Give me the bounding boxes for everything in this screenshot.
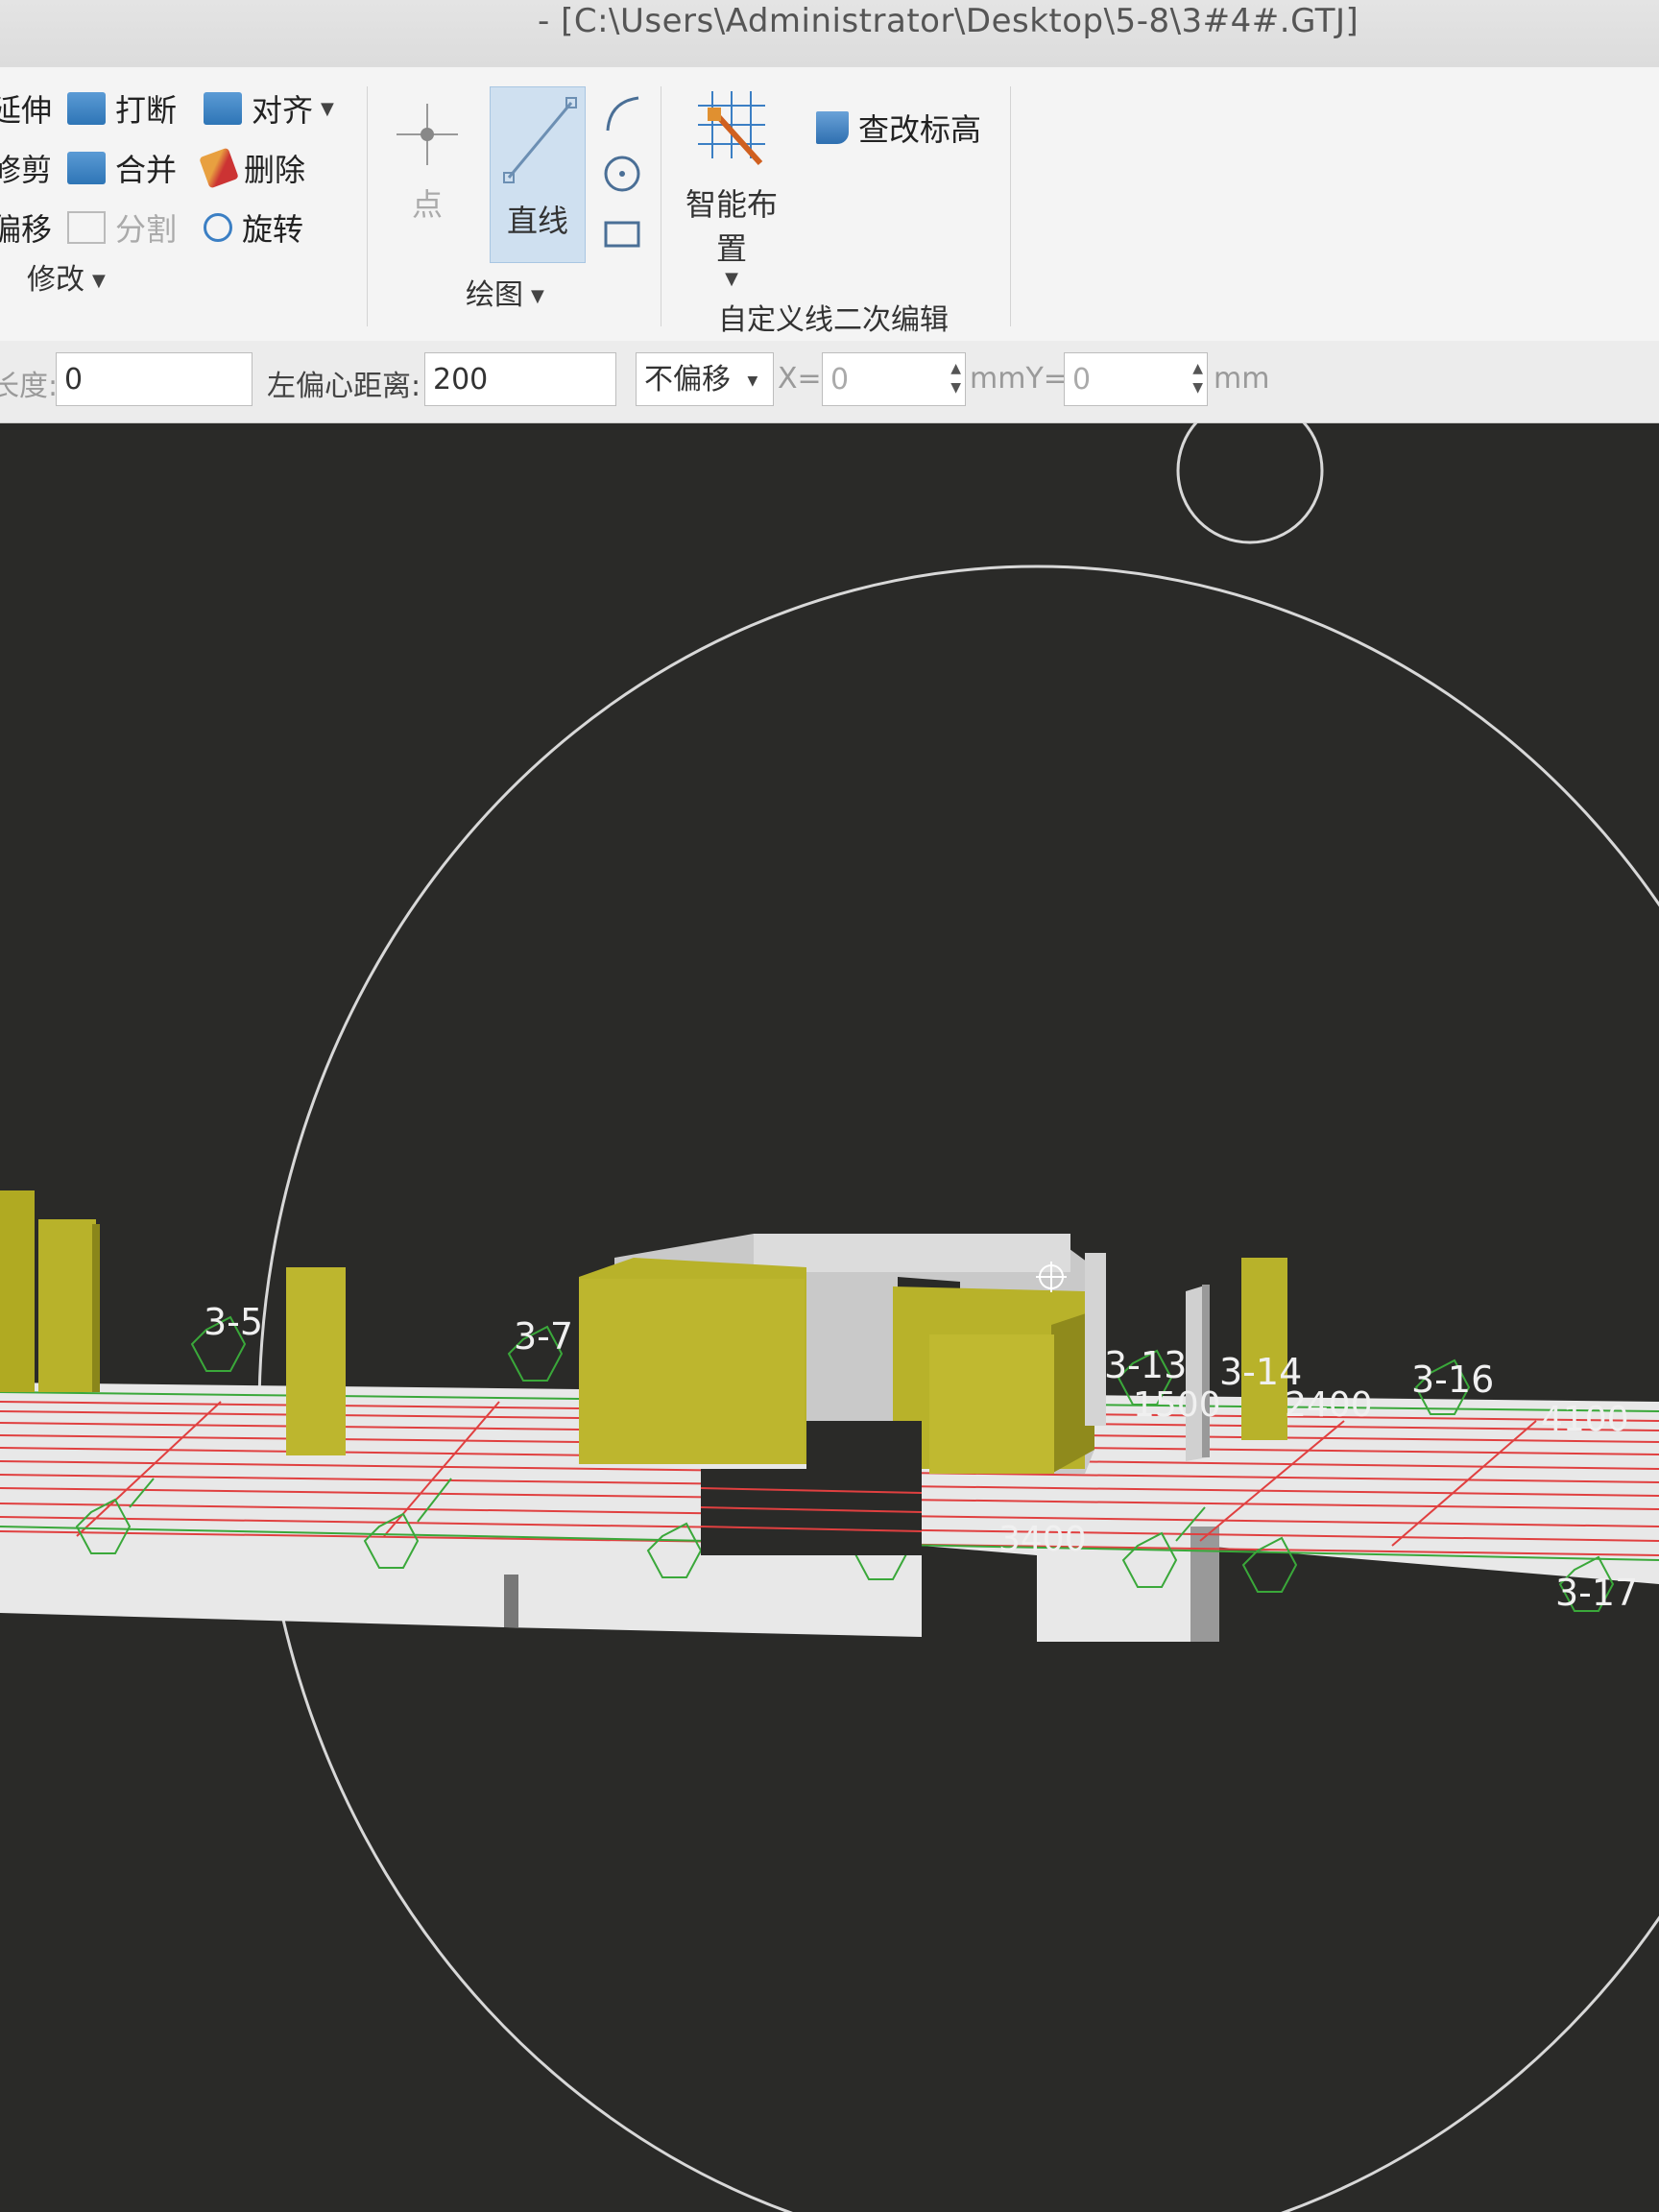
orbit-handle[interactable] xyxy=(1176,422,1324,544)
extend-button[interactable]: 延伸 xyxy=(0,86,52,131)
split-button[interactable]: 分割 xyxy=(67,205,177,250)
break-icon xyxy=(67,92,106,125)
smart-layout-button[interactable]: 智能布置 ▼ xyxy=(674,86,789,289)
point-icon xyxy=(397,104,458,165)
trim-button[interactable]: 修剪 xyxy=(0,146,52,190)
draw-group: 点 直线 绘图 ▼ xyxy=(370,67,658,341)
extend-label: 延伸 xyxy=(0,92,53,129)
line-label: 直线 xyxy=(506,203,568,239)
trim-label: 修剪 xyxy=(0,152,53,188)
modify-label: 修改 xyxy=(27,263,84,297)
group-divider xyxy=(367,86,368,326)
y-spinner-icon[interactable]: ▲ ▼ xyxy=(1192,359,1203,397)
length-input[interactable]: 0 xyxy=(56,352,252,406)
smart-layout-label: 智能布置 xyxy=(685,186,778,267)
circle-icon[interactable] xyxy=(600,152,644,196)
window-title: - [C:\Users\Administrator\Desktop\5-8\3#… xyxy=(538,2,1359,40)
align-icon xyxy=(204,92,242,125)
left-offset-label: 左偏心距离: xyxy=(267,370,421,403)
custom-line-label: 自定义线二次编辑 xyxy=(718,303,949,337)
merge-icon xyxy=(67,152,106,184)
column[interactable] xyxy=(92,1224,100,1392)
group-divider xyxy=(1010,86,1011,326)
eraser-icon xyxy=(199,147,239,189)
align-label: 对齐 xyxy=(252,92,314,129)
offset-mode-select[interactable]: 不偏移 ▼ xyxy=(636,352,774,406)
viewport-canvas[interactable]: 3-5 3-7 3-13 3-14 3-16 3-17 2400 4100 15… xyxy=(0,422,1659,2212)
column[interactable] xyxy=(0,1190,35,1392)
post-shadow xyxy=(1202,1285,1210,1457)
offset-label: 偏移 xyxy=(0,211,53,248)
slab-shadow xyxy=(1190,1527,1219,1642)
align-dropdown-icon: ▼ xyxy=(321,98,334,119)
rotate-button[interactable]: 旋转 xyxy=(204,205,303,250)
offset-mode-dropdown-icon: ▼ xyxy=(747,373,758,389)
y-value: 0 xyxy=(1072,363,1092,397)
property-bar: 长度: 0 左偏心距离: 200 不偏移 ▼ X= 0 ▲ ▼ mmY= 0 ▲ ▼… xyxy=(0,341,1659,423)
check-elevation-label: 查改标高 xyxy=(858,111,982,148)
check-elevation-icon xyxy=(816,111,849,144)
slab-shadow xyxy=(504,1575,518,1627)
rotate-icon xyxy=(204,213,232,242)
x-label: X= xyxy=(778,362,822,396)
axis-label: 3-13 xyxy=(1104,1344,1187,1386)
modify-group-label[interactable]: 修改 ▼ xyxy=(27,255,106,298)
offset-button[interactable]: 偏移 xyxy=(0,205,52,250)
delete-label: 删除 xyxy=(244,152,306,188)
y-input[interactable]: 0 ▲ ▼ xyxy=(1064,352,1208,406)
draw-group-label[interactable]: 绘图 ▼ xyxy=(466,271,544,313)
modify-group: 延伸 打断 对齐 ▼ 修剪 合并 删除 偏移 分割 旋转 修改 ▼ xyxy=(0,67,365,341)
unit-label: mm xyxy=(1214,362,1270,396)
merge-button[interactable]: 合并 xyxy=(67,146,177,190)
align-button[interactable]: 对齐 ▼ xyxy=(204,86,334,131)
column[interactable] xyxy=(1241,1258,1287,1440)
axis-label: 3-7 xyxy=(514,1315,573,1358)
point-button[interactable]: 点 xyxy=(389,86,466,240)
rotate-label: 旋转 xyxy=(242,211,304,248)
wall-block[interactable] xyxy=(579,1234,1106,1474)
split-label: 分割 xyxy=(115,211,178,248)
axis-label: 3-5 xyxy=(204,1301,263,1343)
x-value: 0 xyxy=(830,363,850,397)
break-button[interactable]: 打断 xyxy=(67,86,177,131)
dimension-label: 2400 xyxy=(1285,1385,1373,1425)
y-label: mmY= xyxy=(970,362,1068,396)
draw-dropdown-icon: ▼ xyxy=(531,286,544,306)
dimension-label: 4100 xyxy=(1541,1400,1629,1439)
smart-layout-icon xyxy=(698,91,765,166)
custom-line-group-label: 自定义线二次编辑 xyxy=(718,296,949,338)
break-label: 打断 xyxy=(115,92,178,129)
axis-label: 3-17 xyxy=(1555,1572,1638,1614)
axis-label: 3-16 xyxy=(1411,1358,1494,1401)
column[interactable] xyxy=(286,1267,346,1455)
x-input[interactable]: 0 ▲ ▼ xyxy=(822,352,966,406)
window-title-bar: - [C:\Users\Administrator\Desktop\5-8\3#… xyxy=(0,0,1659,67)
ribbon: 延伸 打断 对齐 ▼ 修剪 合并 删除 偏移 分割 旋转 修改 ▼ 点 直线 绘… xyxy=(0,67,1659,342)
length-label: 长度: xyxy=(0,370,59,403)
delete-button[interactable]: 删除 xyxy=(199,146,306,190)
3d-viewport[interactable]: 3-5 3-7 3-13 3-14 3-16 3-17 2400 4100 15… xyxy=(0,422,1659,2212)
check-elevation-button[interactable]: 查改标高 xyxy=(816,106,981,150)
column[interactable] xyxy=(38,1219,96,1392)
arc-icon[interactable] xyxy=(600,92,644,136)
line-icon xyxy=(503,97,577,183)
smart-layout-dropdown-icon: ▼ xyxy=(725,269,738,289)
rectangle-icon[interactable] xyxy=(600,211,644,255)
left-offset-input[interactable]: 200 xyxy=(424,352,616,406)
custom-line-group: 智能布置 ▼ 查改标高 自定义线二次编辑 xyxy=(662,67,1008,341)
line-button[interactable]: 直线 xyxy=(490,86,586,263)
split-icon xyxy=(67,211,106,244)
offset-mode-value: 不偏移 xyxy=(644,363,731,397)
dimension-label: 1500 xyxy=(1133,1385,1221,1425)
x-spinner-icon[interactable]: ▲ ▼ xyxy=(950,359,961,397)
dimension-label: 3400 xyxy=(998,1520,1087,1559)
modify-dropdown-icon: ▼ xyxy=(92,271,106,291)
point-label: 点 xyxy=(411,186,443,223)
merge-label: 合并 xyxy=(115,152,178,188)
draw-label: 绘图 xyxy=(466,278,523,312)
